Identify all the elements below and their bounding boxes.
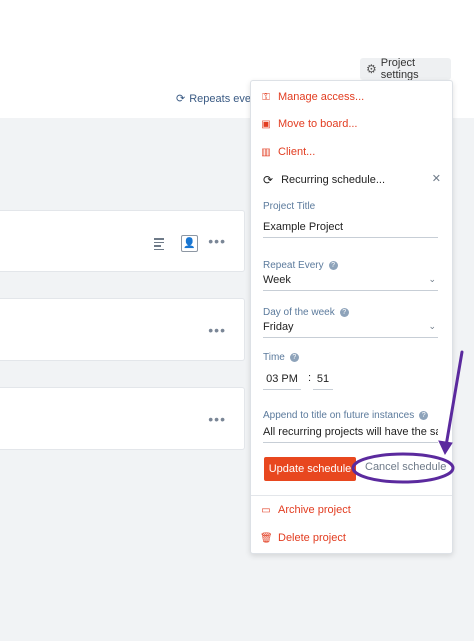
assign-user-icon[interactable]: 👤 <box>181 235 198 252</box>
archive-project-label: Archive project <box>278 504 351 516</box>
description-icon <box>154 238 164 252</box>
help-icon[interactable]: ? <box>419 411 429 420</box>
day-of-week-value: Friday <box>263 320 294 333</box>
repeats-label: Repeats ever <box>189 92 252 105</box>
user-lock-icon: ⚿ <box>262 91 270 103</box>
close-icon[interactable]: ✕ <box>432 172 441 185</box>
project-title-value: Example Project <box>263 220 344 233</box>
client-label: Client... <box>278 146 316 158</box>
project-title-label-text: Project Title <box>263 201 316 212</box>
recurring-icon: ⟳ <box>176 93 186 105</box>
project-settings-button[interactable]: ⚙ Project settings <box>360 57 451 81</box>
trash-icon: 🗑 <box>260 532 273 544</box>
manage-access-label: Manage access... <box>278 91 365 103</box>
project-title-label: Project Title <box>263 201 315 212</box>
append-title-input[interactable]: All recurring projects will have the sa … <box>263 421 438 443</box>
repeats-indicator[interactable]: ⟳ Repeats ever <box>176 92 252 106</box>
append-title-label-text: Append to title on future instances <box>263 410 415 421</box>
time-hour-select[interactable]: 03 PM <box>263 368 301 390</box>
recurring-icon: ⟳ <box>263 173 274 187</box>
menu-divider <box>251 495 452 496</box>
recurring-schedule-header: ⟳ Recurring schedule... <box>263 173 385 187</box>
append-title-value: All recurring projects will have the sa <box>263 425 438 438</box>
time-minute-select[interactable]: 51 <box>313 368 333 390</box>
recurring-schedule-title: Recurring schedule... <box>281 174 386 186</box>
chevron-down-icon: ⌄ <box>428 321 436 331</box>
building-icon: ▥ <box>261 146 271 158</box>
project-card[interactable]: ••• <box>0 387 245 450</box>
archive-project-item[interactable]: ▭ Archive project <box>260 504 351 516</box>
time-label: Time ? <box>263 352 299 363</box>
delete-project-item[interactable]: 🗑 Delete project <box>260 532 346 544</box>
time-separator: : <box>308 372 312 384</box>
project-title-input[interactable]: Example Project <box>263 216 438 238</box>
update-schedule-button[interactable]: Update schedule <box>264 457 356 481</box>
manage-access-item[interactable]: ⚿ Manage access... <box>260 91 364 103</box>
more-options-icon[interactable]: ••• <box>208 233 226 249</box>
client-item[interactable]: ▥ Client... <box>260 146 315 158</box>
repeat-every-value: Week <box>263 273 291 286</box>
project-settings-menu: ⚿ Manage access... ▣ Move to board... ▥ … <box>250 80 453 554</box>
board-icon: ▣ <box>261 118 271 130</box>
move-to-board-label: Move to board... <box>278 118 358 130</box>
gear-icon: ⚙ <box>366 62 377 76</box>
more-options-icon[interactable]: ••• <box>208 411 226 427</box>
project-card[interactable]: ••• <box>0 298 245 361</box>
help-icon[interactable]: ? <box>289 353 299 362</box>
time-label-text: Time <box>263 352 285 363</box>
repeat-every-select[interactable]: Week ⌄ <box>263 269 438 291</box>
project-card[interactable]: 👤 ••• <box>0 210 245 272</box>
move-to-board-item[interactable]: ▣ Move to board... <box>260 118 358 130</box>
day-of-week-select[interactable]: Friday ⌄ <box>263 316 438 338</box>
chevron-down-icon: ⌄ <box>428 274 436 284</box>
more-options-icon[interactable]: ••• <box>208 322 226 338</box>
append-title-label: Append to title on future instances ? <box>263 410 429 421</box>
cancel-schedule-button[interactable]: Cancel schedule <box>365 461 446 473</box>
delete-project-label: Delete project <box>278 532 346 544</box>
project-settings-label: Project settings <box>380 57 419 81</box>
archive-icon: ▭ <box>261 504 271 516</box>
